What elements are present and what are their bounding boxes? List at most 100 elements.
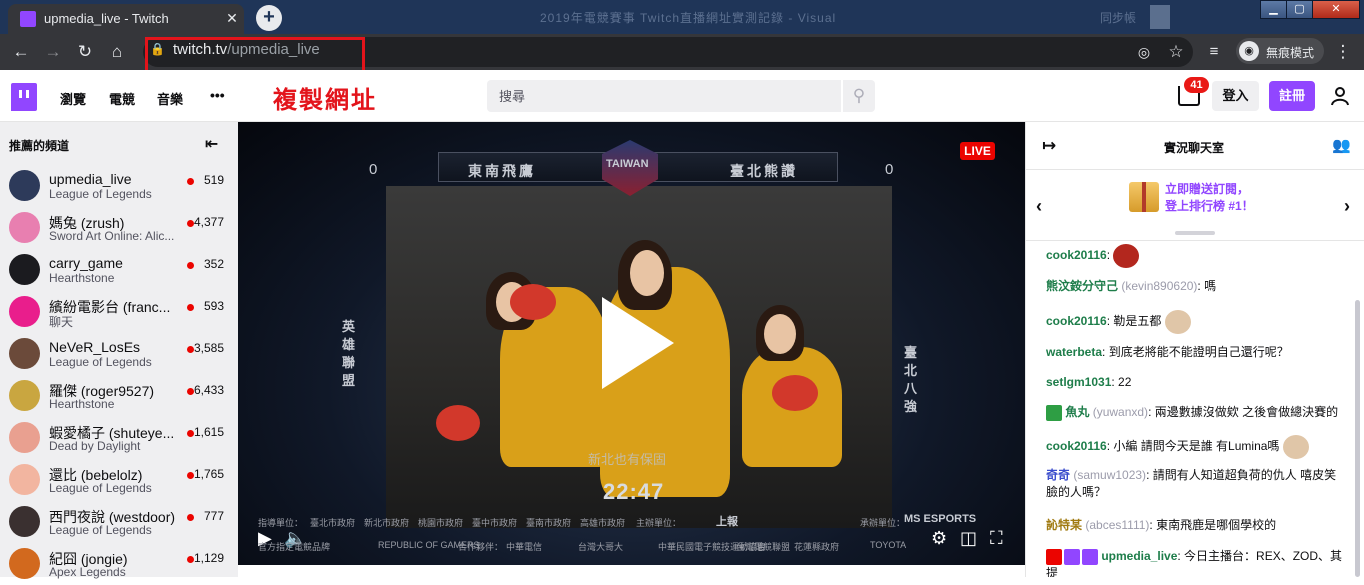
chat-text: 兩邊數據沒做欸 之後會做總決賽的 [1154,405,1339,419]
nav-esports[interactable]: 電競 [109,89,135,108]
chat-user-id: (kevin890620) [1121,279,1198,293]
sidebar-channel-item[interactable]: 媽兔 (zrush) Sword Art Online: Alic... 4,377 [0,207,238,249]
chat-username[interactable]: waterbeta [1046,345,1102,359]
team-right: 臺北熊讚 [730,163,798,179]
sidebar-channel-item[interactable]: 羅傑 (roger9527) Hearthstone 6,433 [0,375,238,417]
chat-username[interactable]: 奇奇 [1046,468,1070,482]
chat-username[interactable]: cook20116 [1046,248,1107,262]
sponsor-label: 花蓮縣政府 [794,542,840,552]
viewer-count: 1,129 [193,551,224,565]
sidebar-channel-item[interactable]: 紀囧 (jongie) Apex Legends 1,129 [0,543,238,585]
chat-panel: ↦ 實況聊天室 👥 ‹ 立即贈送訂閱， 登上排行榜 #1！ › cook2011… [1025,122,1364,577]
team-left: 東南飛鷹 [468,163,536,179]
browser-tab[interactable]: upmedia_live - Twitch ✕ [8,4,244,34]
back-icon[interactable]: ← [11,42,31,62]
channel-game: League of Legends [49,355,152,369]
live-dot-icon [187,304,194,311]
chat-message: cook20116: 勒是五都 [1046,310,1346,334]
viewer-count: 352 [203,257,224,271]
chat-username[interactable]: 魚丸 [1065,405,1089,419]
nav-music[interactable]: 音樂 [157,89,183,108]
signup-button[interactable]: 註冊 [1269,81,1315,111]
gift-icon [1129,182,1159,212]
chat-scrollbar[interactable] [1355,300,1360,577]
chat-message: cook20116: [1046,244,1346,268]
partner-badge-icon [1082,548,1098,565]
search-field[interactable] [487,80,841,112]
chat-colon: : [1102,345,1109,359]
emote-icon [1113,244,1140,268]
close-window-icon[interactable]: ✕ [1312,0,1360,19]
channel-game: Hearthstone [49,397,115,411]
user-icon[interactable] [1330,86,1350,106]
twitch-logo-icon[interactable] [11,83,37,111]
sponsor-label: 新北市政府 [364,518,410,528]
nav-browse[interactable]: 瀏覽 [60,89,86,108]
chat-text: 小編 請問今天是誰 有Lumina嗎 [1113,439,1280,454]
tab-title: upmedia_live - Twitch [44,11,169,26]
live-dot-icon [187,178,194,185]
reload-icon[interactable]: ↻ [75,42,95,62]
chat-users-icon[interactable]: 👥 [1332,136,1351,154]
menu-dots-icon[interactable]: ⋮ [1333,42,1353,62]
video-player[interactable]: 東南飛鷹 臺北熊讚 TAIWAN 0 0 英雄聯盟 臺北八強 新北也有保固 22… [238,122,1025,565]
live-dot-icon [187,220,194,227]
chat-username[interactable]: 訫特某 [1046,518,1082,532]
play-icon[interactable] [602,297,674,389]
chat-username[interactable]: cook20116 [1046,314,1107,328]
more-menu-icon[interactable]: ••• [210,87,225,103]
sidebar-title: 推薦的頻道 [9,139,70,153]
profile-name-blurred: 同步帳 [1100,11,1137,25]
video-subtitle: 新北也有保固 [588,452,667,467]
close-tab-icon[interactable]: ✕ [222,8,242,28]
channel-avatar [9,254,40,285]
sponsor-label: 臺南市政府 [526,518,572,528]
profile-avatar[interactable] [1150,5,1170,29]
sidebar-channel-item[interactable]: carry_game Hearthstone 352 [0,249,238,291]
channel-avatar [9,296,40,327]
search-icon[interactable]: ⚲ [843,80,875,112]
sidebar-channel-item[interactable]: 西門夜說 (westdoor) League of Legends 777 [0,501,238,543]
media-queue-icon[interactable]: ≡ [1204,42,1224,62]
chat-username[interactable]: 熊汶銨分守己 [1046,279,1118,293]
chat-text: 勒是五都 [1113,314,1162,329]
sidebar-channel-item[interactable]: 還比 (bebelolz) League of Legends 1,765 [0,459,238,501]
collapse-chat-icon[interactable]: ↦ [1042,136,1056,156]
new-tab-button[interactable]: + [256,5,282,31]
sidebar-channel-item[interactable]: 蝦愛橘子 (shuteye... Dead by Daylight 1,615 [0,417,238,459]
maximize-icon[interactable]: ▢ [1286,0,1313,19]
sponsor-label: 中華電信 [506,542,543,552]
channel-name: upmedia_live [49,171,132,187]
sponsor-label: 主辦單位： [636,518,682,528]
recommended-channels-sidebar: 推薦的頻道 ⇤ upmedia_live League of Legends 519… [0,122,238,579]
badge-icon [1046,404,1062,421]
sidebar-channel-item[interactable]: 繽紛電影台 (franc... 聊天 593 [0,291,238,333]
forward-icon[interactable]: → [43,42,63,62]
login-button[interactable]: 登入 [1212,81,1259,111]
sponsor-label: 臺北市政府 [310,518,356,528]
chat-colon: : [1146,468,1153,482]
chat-username[interactable]: setlgm1031 [1046,375,1111,389]
minimize-icon[interactable]: ▁ [1260,0,1287,19]
eye-slash-icon[interactable]: ◎ [1134,42,1154,62]
collapse-sidebar-icon[interactable]: ⇤ [205,134,218,154]
theatre-mode-icon[interactable]: ◫ [960,528,977,549]
home-icon[interactable]: ⌂ [107,42,127,62]
fullscreen-icon[interactable]: ⛶ [990,528,1003,549]
paddle-graphic [436,405,480,441]
settings-gear-icon[interactable]: ⚙ [931,528,947,549]
bookmark-star-icon[interactable]: ☆ [1166,42,1186,62]
search-input[interactable] [487,80,841,112]
gift-sub-banner[interactable]: ‹ 立即贈送訂閱， 登上排行榜 #1！ › [1026,171,1364,241]
channel-avatar [9,170,40,201]
chevron-left-icon[interactable]: ‹ [1036,196,1042,217]
chat-username[interactable]: cook20116 [1046,439,1107,453]
chat-username[interactable]: upmedia_live [1101,549,1177,563]
sidebar-channel-item[interactable]: NeVeR_LosEs League of Legends 3,585 [0,333,238,375]
sponsor-label: 承辦單位： [860,518,906,528]
incognito-indicator[interactable]: ◉ 無痕模式 [1236,38,1324,64]
chat-colon: : [1106,248,1114,263]
sidebar-channel-item[interactable]: upmedia_live League of Legends 519 [0,165,238,207]
twitch-top-nav: 瀏覽 電競 音樂 ••• 複製網址 ⚲ 41 登入 註冊 [0,70,1364,122]
chevron-right-icon[interactable]: › [1344,196,1350,217]
